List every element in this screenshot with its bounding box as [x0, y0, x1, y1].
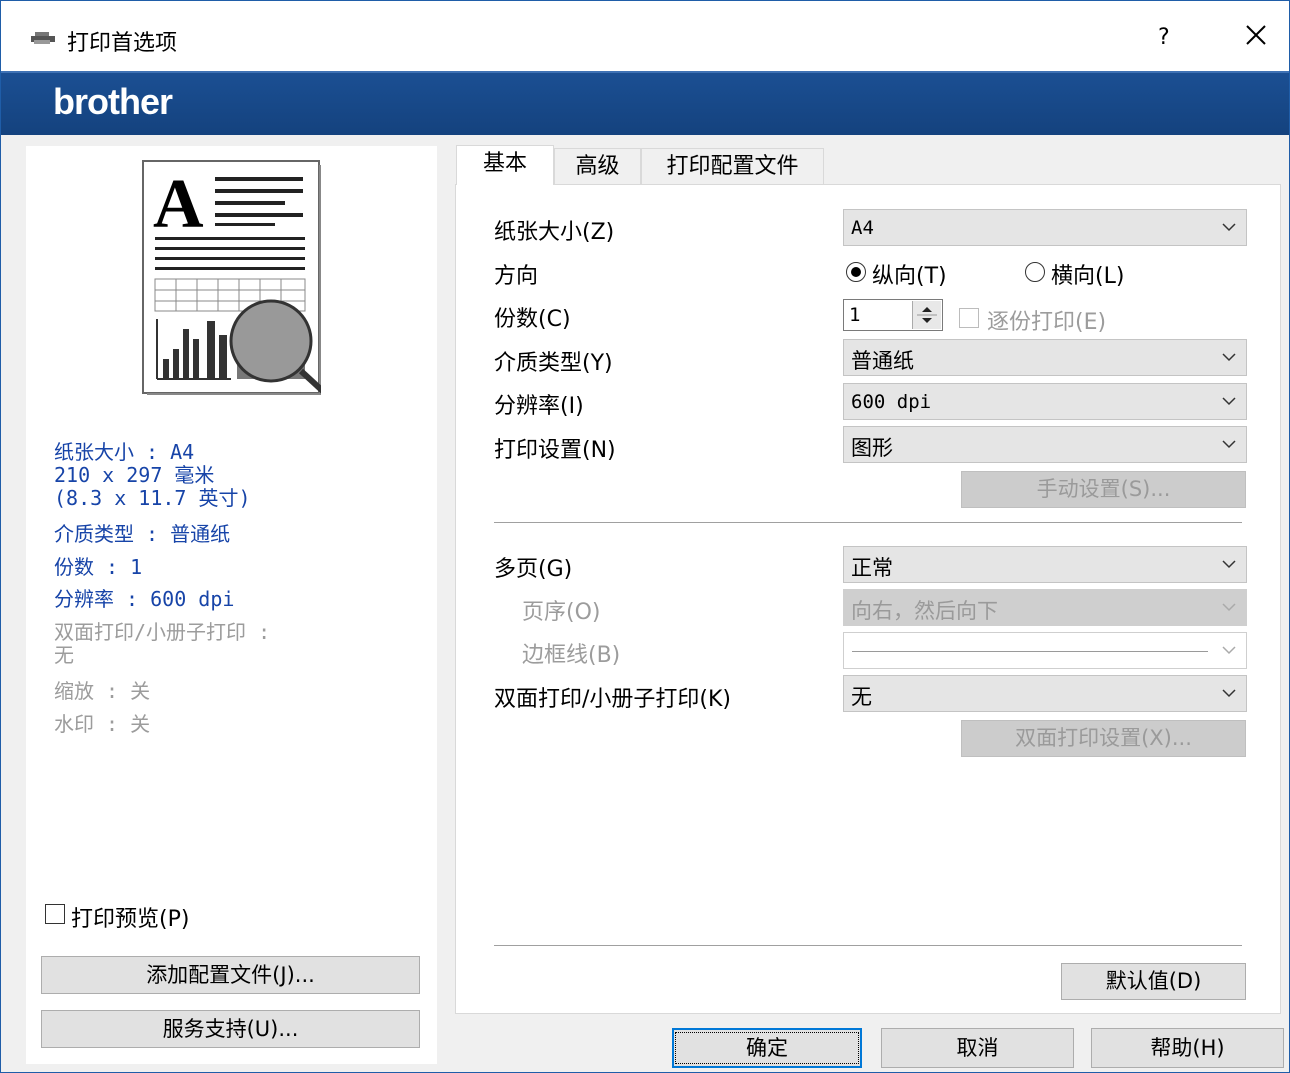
resolution-label: 分辨率(I) — [494, 394, 584, 419]
media-type-select[interactable]: 普通纸 — [843, 339, 1247, 376]
resolution-select[interactable]: 600 dpi — [843, 383, 1247, 420]
summary-media-type: 介质类型 : 普通纸 — [54, 522, 231, 546]
tab-basic[interactable]: 基本 — [456, 145, 554, 185]
summary-watermark: 水印 : 关 — [54, 712, 151, 736]
chevron-down-icon — [1222, 223, 1236, 232]
summary-paper-size: 纸张大小 : A4 — [54, 440, 195, 464]
printer-icon — [31, 32, 55, 44]
border-line-select[interactable] — [843, 632, 1247, 669]
print-settings-label: 打印设置(N) — [494, 438, 616, 463]
print-preferences-window: 打印首选项 ? brother A 纸张大小: A4 210 x 297 毫米… — [0, 0, 1290, 1073]
title-bar: 打印首选项 ? — [1, 1, 1289, 71]
border-line-label: 边框线(B) — [522, 643, 621, 668]
print-preview-checkbox[interactable] — [45, 904, 65, 924]
summary-scaling: 缩放 : 关 — [54, 679, 151, 703]
multi-page-label: 多页(G) — [494, 557, 573, 582]
summary-resolution: 分辨率 : 600 dpi — [54, 587, 235, 611]
tab-print-profiles[interactable]: 打印配置文件 — [641, 148, 824, 185]
duplex-select[interactable]: 无 — [843, 675, 1247, 712]
landscape-label: 横向(L) — [1051, 264, 1125, 289]
chevron-down-icon — [1222, 440, 1236, 449]
chevron-down-icon — [1222, 397, 1236, 406]
window-title: 打印首选项 — [67, 31, 178, 56]
paper-size-select[interactable]: A4 — [843, 209, 1247, 246]
portrait-radio[interactable] — [846, 262, 866, 282]
copies-spinbox[interactable]: 1 — [843, 299, 943, 331]
chevron-down-icon — [1222, 646, 1236, 655]
divider — [494, 522, 1242, 523]
page-order-label: 页序(O) — [522, 600, 601, 625]
divider-bottom — [494, 945, 1242, 946]
collate-label: 逐份打印(E) — [987, 310, 1107, 335]
duplex-settings-button[interactable]: 双面打印设置(X)... — [961, 720, 1246, 757]
tab-advanced[interactable]: 高级 — [554, 148, 641, 185]
chevron-down-icon — [1222, 603, 1236, 612]
chevron-down-icon — [1222, 560, 1236, 569]
ok-button[interactable]: 确定 — [672, 1028, 862, 1068]
page-order-select[interactable]: 向右，然后向下 — [843, 589, 1247, 626]
close-button[interactable] — [1236, 15, 1276, 55]
paper-size-label: 纸张大小(Z) — [494, 220, 615, 245]
document-preview-image: A — [142, 160, 321, 395]
service-support-button[interactable]: 服务支持(U)... — [41, 1010, 420, 1048]
summary-duplex-value: 无 — [54, 643, 74, 667]
spin-arrows-icon — [917, 307, 937, 323]
brother-logo: brother — [53, 81, 173, 122]
print-preview-label: 打印预览(P) — [71, 907, 190, 932]
chevron-down-icon — [1222, 353, 1236, 362]
summary-copies: 份数 : 1 — [54, 555, 143, 579]
duplex-label: 双面打印/小册子打印(K) — [494, 687, 732, 712]
orientation-label: 方向 — [494, 264, 539, 289]
summary-duplex: 双面打印/小册子打印 : — [54, 620, 271, 644]
summary-paper-dims: 210 x 297 毫米 — [54, 463, 215, 487]
print-settings-select[interactable]: 图形 — [843, 426, 1247, 463]
landscape-radio[interactable] — [1025, 262, 1045, 282]
manual-settings-button[interactable]: 手动设置(S)... — [961, 471, 1246, 508]
brand-bar: brother — [1, 71, 1289, 135]
add-profile-button[interactable]: 添加配置文件(J)... — [41, 956, 420, 994]
multi-page-select[interactable]: 正常 — [843, 546, 1247, 583]
summary-paper-inches: (8.3 x 11.7 英寸) — [54, 486, 251, 510]
copies-stepper[interactable] — [912, 301, 941, 329]
line-sample — [852, 651, 1208, 652]
chevron-down-icon — [1222, 689, 1236, 698]
cancel-button[interactable]: 取消 — [881, 1028, 1074, 1068]
help-button[interactable]: 帮助(H) — [1091, 1028, 1284, 1068]
media-type-label: 介质类型(Y) — [494, 351, 613, 376]
portrait-label: 纵向(T) — [872, 264, 947, 289]
default-button[interactable]: 默认值(D) — [1061, 963, 1246, 1000]
copies-label: 份数(C) — [494, 307, 571, 332]
svg-text:A: A — [153, 166, 204, 243]
collate-checkbox[interactable] — [959, 308, 979, 328]
help-title-button[interactable]: ? — [1158, 25, 1170, 50]
close-icon — [1246, 25, 1266, 45]
